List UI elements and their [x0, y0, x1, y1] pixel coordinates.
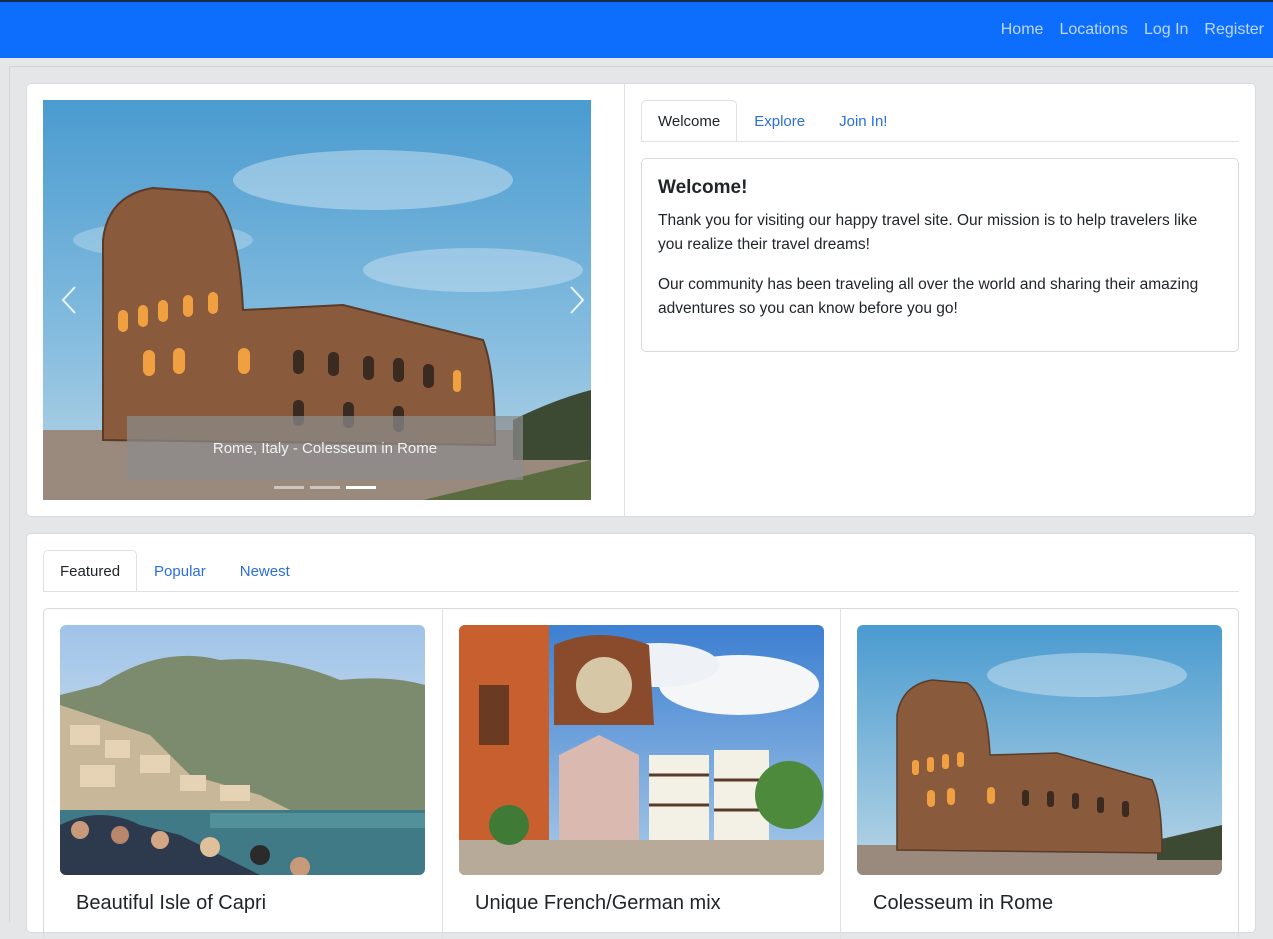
colosseum-thumb-photo[interactable]: [857, 625, 1222, 875]
welcome-paragraph-2: Our community has been traveling all ove…: [658, 276, 1199, 317]
image-carousel[interactable]: Rome, Italy - Colesseum in Rome: [43, 100, 591, 500]
nav-login-link[interactable]: Log In: [1144, 21, 1188, 39]
featured-title[interactable]: Beautiful Isle of Capri: [76, 892, 266, 915]
featured-item[interactable]: Unique French/German mix: [442, 609, 841, 939]
tab-join-in[interactable]: Join In!: [822, 100, 904, 141]
featured-item[interactable]: Colesseum in Rome: [840, 609, 1239, 939]
featured-grid: Beautiful Isle of Capri Unique French/Ge…: [43, 608, 1239, 939]
welcome-heading: Welcome!: [658, 177, 748, 198]
chevron-left-icon[interactable]: [55, 283, 85, 317]
carousel-indicator-2[interactable]: [310, 486, 340, 489]
nav-home-link[interactable]: Home: [1001, 21, 1044, 39]
carousel-indicators: [274, 486, 376, 489]
tab-popular[interactable]: Popular: [137, 550, 223, 591]
carousel-caption: Rome, Italy - Colesseum in Rome: [127, 416, 523, 480]
tab-explore[interactable]: Explore: [737, 100, 822, 141]
featured-title[interactable]: Colesseum in Rome: [873, 892, 1053, 915]
tab-featured[interactable]: Featured: [43, 550, 138, 591]
tab-welcome[interactable]: Welcome: [641, 100, 738, 141]
featured-title[interactable]: Unique French/German mix: [475, 892, 721, 915]
navbar: Home Locations Log In Register: [0, 0, 1273, 58]
welcome-paragraph-1: Thank you for visiting our happy travel …: [658, 212, 1198, 253]
featured-item[interactable]: Beautiful Isle of Capri: [44, 609, 442, 939]
tab-newest[interactable]: Newest: [223, 550, 307, 591]
chevron-right-icon[interactable]: [561, 283, 591, 317]
nav-register-link[interactable]: Register: [1204, 21, 1264, 39]
nav-links: Home Locations Log In Register: [985, 2, 1264, 58]
hero-card: Rome, Italy - Colesseum in Rome Welcome …: [26, 83, 1256, 517]
column-divider: [624, 84, 625, 516]
featured-card: Featured Popular Newest Beautiful Isle o…: [26, 533, 1256, 939]
welcome-pane: Welcome! Thank you for visiting our happ…: [641, 158, 1239, 352]
carousel-indicator-3[interactable]: [346, 486, 376, 489]
alsace-photo[interactable]: [459, 625, 824, 875]
featured-tabs: Featured Popular Newest: [43, 550, 1239, 592]
carousel-indicator-1[interactable]: [274, 486, 304, 489]
nav-locations-link[interactable]: Locations: [1059, 21, 1128, 39]
welcome-tabs: Welcome Explore Join In!: [641, 100, 1239, 142]
capri-photo[interactable]: [60, 625, 425, 875]
